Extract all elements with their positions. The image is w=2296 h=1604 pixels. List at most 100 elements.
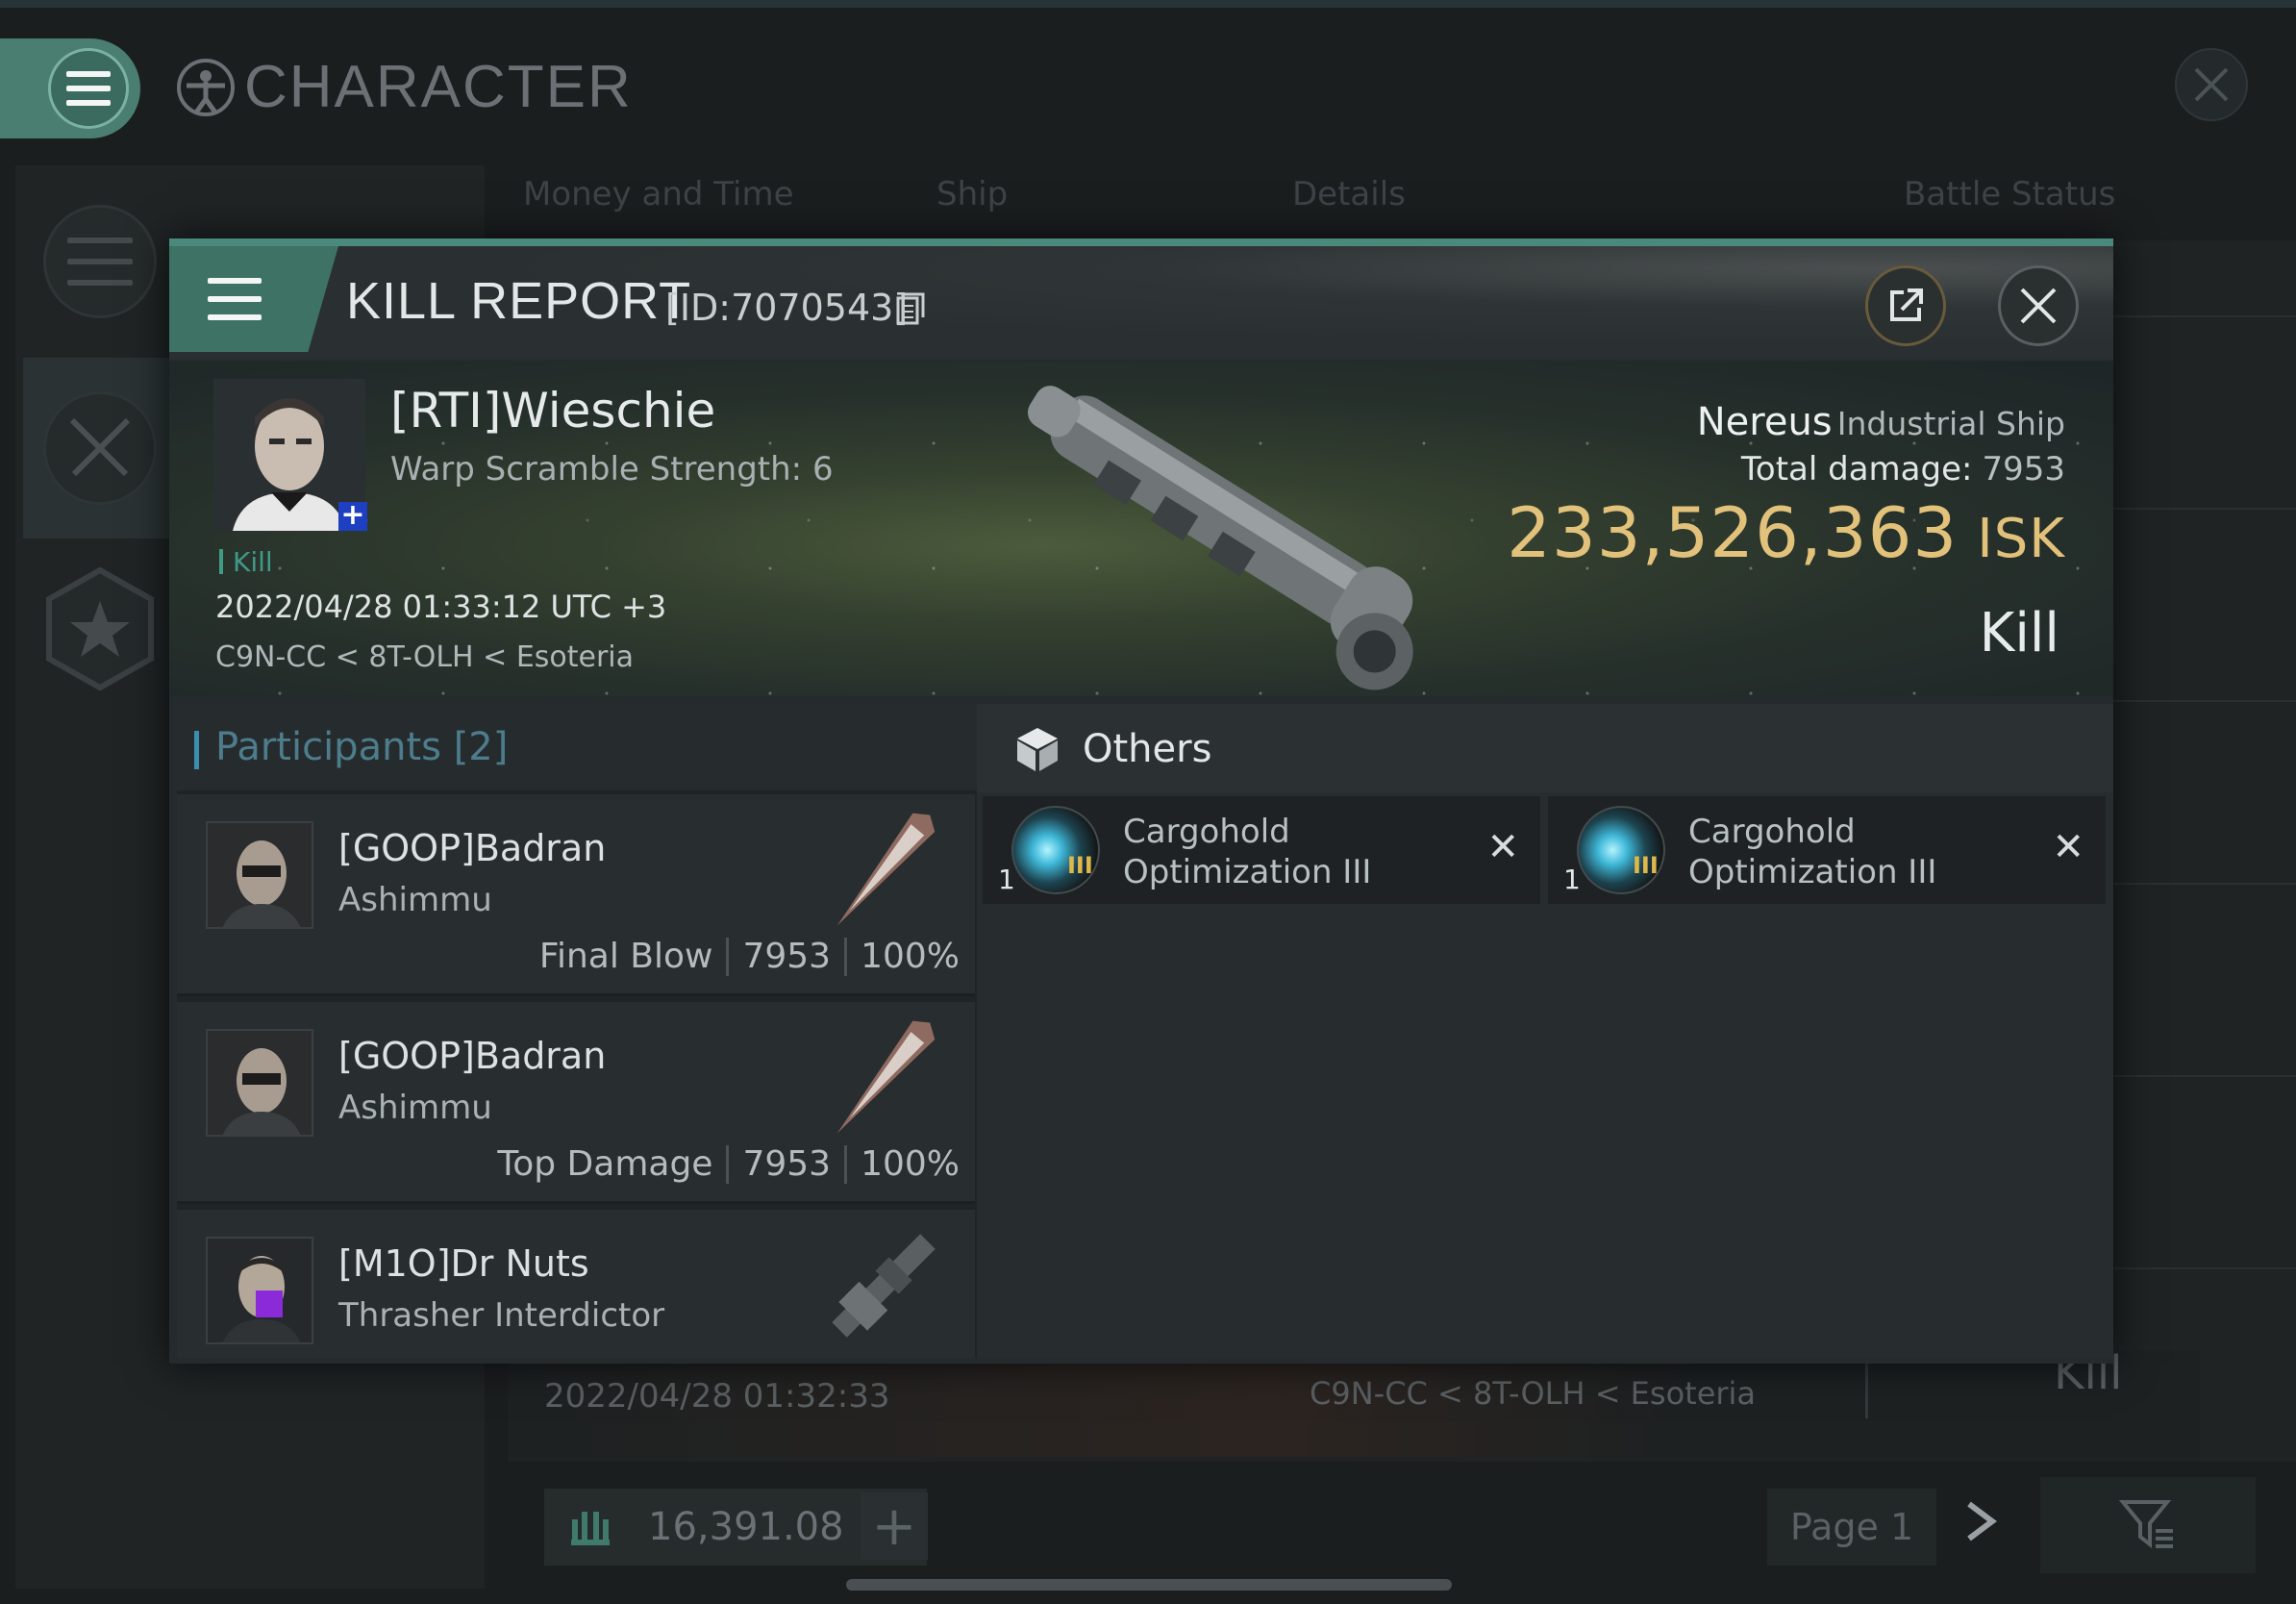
participant-damage: 7953 [742,1144,832,1184]
ship-class: Industrial Ship [1836,405,2065,442]
kill-location[interactable]: C9N-CC < 8T-OLH < Esoteria [215,640,634,674]
filter-icon [2119,1500,2173,1549]
participant-name[interactable]: [M1O]Dr Nuts [338,1242,589,1285]
destroyed-x-icon: ✕ [1486,825,1519,869]
kill-report-id: [ID:7070543] [665,287,909,329]
page-indicator: Page 1 [1767,1489,1936,1566]
item-name: Cargohold Optimization III [1123,813,1372,891]
destroyed-x-icon: ✕ [2052,825,2084,869]
participant-name[interactable]: [GOOP]Badran [338,1035,606,1077]
close-button[interactable] [1998,265,2079,346]
isk-icon [571,1512,610,1545]
isk-loss: 233,526,363 ISK [1507,492,2065,573]
app-close-button[interactable] [2175,48,2248,121]
participant-ship-image [836,1020,936,1134]
kill-tag: Kill [219,546,273,578]
total-damage-value: 7953 [1982,450,2065,489]
participant-stats: Top Damage 7953 100% [497,1144,960,1184]
list-icon [67,238,133,286]
modal-accent-bar [169,238,2113,246]
victim-subtitle: Warp Scramble Strength: 6 [390,450,834,489]
main-menu-button[interactable] [0,38,140,138]
column-ship[interactable]: Ship [936,175,1008,213]
item-tier: III [1067,852,1093,879]
column-battle-status[interactable]: Battle Status [1904,175,2115,213]
victim-name[interactable]: [RTI]Wieschie [390,383,715,439]
kill-report-title: KILL REPORT [346,272,692,330]
total-damage-label: Total damage: [1740,450,1973,489]
cube-icon [1017,728,1058,771]
cargohold-optimization-icon [1011,806,1100,894]
share-button[interactable] [1865,265,1946,346]
kill-datetime: 2022/04/28 01:33:12 UTC +3 [215,589,667,625]
participant-name[interactable]: [GOOP]Badran [338,827,606,869]
filter-button[interactable] [2040,1477,2256,1573]
kill-report-menu-button[interactable] [169,246,338,352]
kill-report-modal: KILL REPORT [ID:7070543] + [RTI]Wieschie… [169,238,2113,1364]
pilot-portrait-image [208,1031,312,1135]
others-header: Others [977,704,2113,792]
pilot-portrait-image [208,823,312,927]
participant-ship: Ashimmu [338,881,492,919]
isk-balance: 16,391.08 [648,1505,844,1549]
add-isk-button[interactable]: + [861,1492,928,1560]
participant-ship: Thrasher Interdictor [338,1296,665,1335]
app-title-bar: CHARACTER [173,53,633,121]
item-name: Cargohold Optimization III [1688,813,1937,891]
plus-badge-icon: + [338,501,367,531]
participants-label: Participants [215,725,441,769]
isk-loss-value: 233,526,363 [1507,492,1959,573]
isk-unit: ISK [1977,508,2065,570]
participant-row[interactable]: [GOOP]Badran Ashimmu Top Damage 7953 100… [177,1002,975,1204]
kill-list-header: Money and Time Ship Details Battle Statu… [508,175,2296,233]
sidebar-tab-list[interactable] [23,171,177,352]
sidebar-tab-favorites[interactable] [23,539,177,719]
close-icon [2020,288,2057,324]
item-cell[interactable]: 1 III Cargohold Optimization III ✕ [983,796,1540,904]
interdictor-badge-icon [256,1291,283,1317]
horizontal-scrollbar[interactable] [846,1579,1452,1591]
participant-percent: 100% [861,1144,960,1184]
row-location: C9N-CC < 8T-OLH < Esoteria [1310,1375,1757,1412]
crossed-swords-icon [69,417,131,477]
close-icon [2194,67,2229,102]
item-quantity: 1 [1563,864,1581,895]
column-money-time[interactable]: Money and Time [523,175,794,213]
item-quantity: 1 [998,864,1015,895]
chevron-right-icon [1967,1501,1997,1541]
victim-ship-image [1027,386,1413,690]
item-tier: III [1633,852,1659,879]
total-damage: Total damage: 7953 [1741,450,2065,489]
participant-ship: Ashimmu [338,1089,492,1127]
star-badge-icon [46,566,154,691]
column-details[interactable]: Details [1292,175,1406,213]
ship-name[interactable]: Nereus [1697,400,1833,444]
kill-result: Kill [1979,602,2059,664]
external-link-icon [1890,288,1923,321]
participant-ship-image [836,813,936,926]
participants-panel: Participants [2] [GOOP]Badran Ashimmu Fi… [177,704,977,1358]
participant-row[interactable]: [GOOP]Badran Ashimmu Final Blow 7953 100… [177,794,975,996]
ship-info: Nereus Industrial Ship [1697,400,2065,444]
modal-header: KILL REPORT [ID:7070543] [169,246,2113,360]
app-title: CHARACTER [244,54,633,120]
dropped-items-panel: Others 1 III Cargohold Optimization III … [977,704,2113,1358]
participant-portrait [206,821,313,929]
participant-row[interactable]: [M1O]Dr Nuts Thrasher Interdictor [177,1210,975,1358]
copy-icon[interactable] [896,292,925,325]
item-cell[interactable]: 1 III Cargohold Optimization III ✕ [1548,796,2106,904]
next-page-button[interactable] [1963,1500,1998,1554]
participant-role: Top Damage [497,1144,713,1184]
hamburger-icon [208,278,262,320]
participant-role: Final Blow [538,937,713,976]
participant-percent: 100% [861,937,960,976]
row-separator [1865,1361,1868,1418]
character-icon [177,58,235,116]
participant-stats: Final Blow 7953 100% [539,937,960,976]
participant-damage: 7953 [742,937,832,976]
others-title: Others [1083,727,1212,771]
sidebar-tab-combat[interactable] [23,358,177,539]
plus-icon: + [871,1494,917,1558]
cargohold-optimization-icon [1577,806,1665,894]
participants-title: Participants [2] [193,725,508,769]
